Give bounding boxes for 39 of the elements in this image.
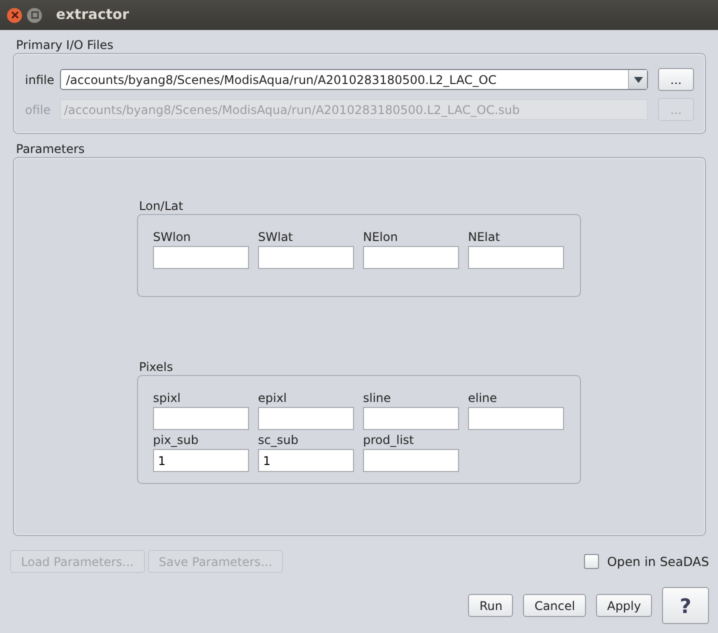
input-field[interactable] (153, 246, 249, 269)
field-label: NElon (363, 229, 399, 245)
input-field[interactable] (468, 246, 564, 269)
field-label: SWlat (258, 229, 294, 245)
field-label: spixl (153, 390, 182, 406)
input-field[interactable] (153, 407, 249, 430)
input-field[interactable]: 1 (153, 449, 249, 472)
help-button[interactable]: ? (662, 587, 709, 624)
section-title: Primary I/O Files (15, 37, 114, 53)
group-title: Pixels (139, 359, 174, 375)
action-button[interactable]: Run (468, 594, 514, 617)
checkbox[interactable] (584, 554, 600, 569)
field-label: eline (468, 390, 498, 406)
field-label: sc_sub (258, 432, 300, 448)
input-field[interactable]: 1 (258, 449, 354, 472)
input-field[interactable] (363, 449, 459, 472)
input-field[interactable] (258, 407, 354, 430)
browse-button[interactable]: ... (658, 68, 694, 91)
input-field[interactable] (363, 407, 459, 430)
close-icon[interactable] (7, 8, 22, 22)
window-title: extractor (56, 7, 130, 23)
file-dropdown[interactable]: /accounts/byang8/Scenes/ModisAqua/run/A2010283180500.L2_LAC_OC (60, 69, 648, 90)
group-title: Lon/Lat (139, 198, 184, 214)
action-button[interactable]: Cancel (523, 594, 586, 617)
field-label: epixl (258, 390, 288, 406)
field-label: prod_list (363, 432, 415, 448)
input-field[interactable] (258, 246, 354, 269)
maximize-icon[interactable] (27, 8, 42, 22)
action-button[interactable]: Apply (596, 594, 652, 617)
field-label: SWlon (153, 229, 192, 245)
field-label: pix_sub (153, 432, 200, 448)
field-label: NElat (468, 229, 501, 245)
section-title: Parameters (15, 141, 86, 157)
field-label: ofile (25, 102, 52, 116)
input-field[interactable] (363, 246, 459, 269)
checkbox-label: Open in SeaDAS (607, 554, 709, 569)
field-label: infile (25, 72, 56, 86)
input-field[interactable] (468, 407, 564, 430)
field-label: sline (363, 390, 392, 406)
